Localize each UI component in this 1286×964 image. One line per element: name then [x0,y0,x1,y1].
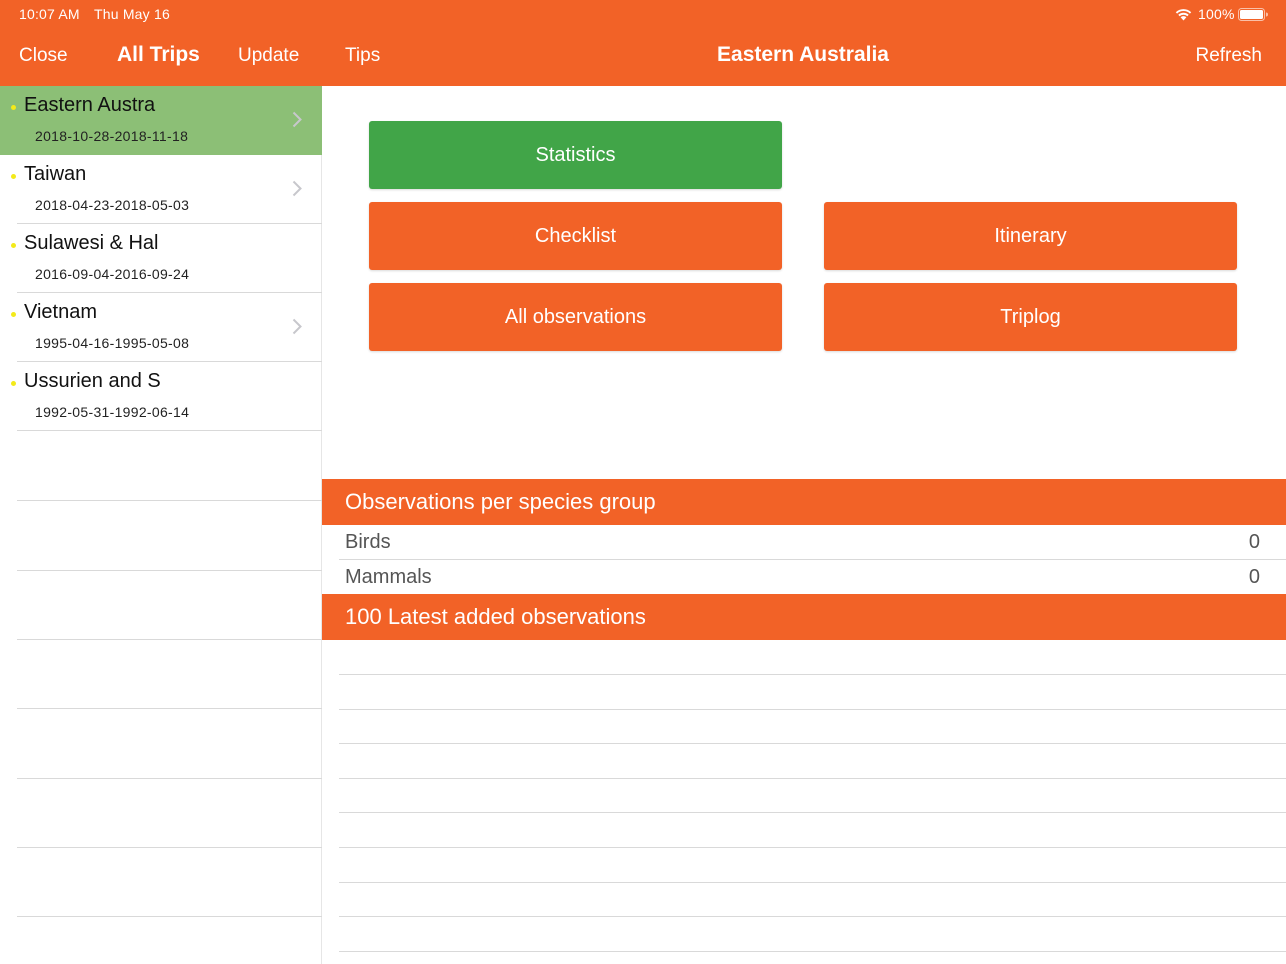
all-observations-button[interactable]: All observations [369,283,782,351]
trip-name: Eastern Austra [24,94,156,116]
latest-observations-header: 100 Latest added observations [322,594,1286,640]
trip-status-dot [11,174,16,179]
itinerary-button[interactable]: Itinerary [824,202,1237,270]
wifi-icon [1175,9,1192,21]
trip-dates: 1995-04-16-1995-05-08 [35,335,190,351]
trip-status-dot [11,105,16,110]
row-separator [339,709,1286,710]
row-separator [17,570,322,571]
page-title: Eastern Australia [717,43,889,66]
row-separator [339,916,1286,917]
row-separator [17,639,322,640]
trip-dates: 1992-05-31-1992-06-14 [35,404,190,420]
species-group-row[interactable]: Mammals 0 [322,560,1286,595]
row-separator [339,674,1286,675]
trip-status-dot [11,312,16,317]
trip-dates: 2018-10-28-2018-11-18 [35,128,189,144]
trips-sidebar: Eastern Austra 2018-10-28-2018-11-18 Tai… [0,86,322,964]
species-group-label: Birds [345,531,391,553]
checklist-button[interactable]: Checklist [369,202,782,270]
species-group-count: 0 [1248,531,1260,553]
trip-dates: 2018-04-23-2018-05-03 [35,197,190,213]
chevron-right-icon [292,318,302,335]
species-group-count: 0 [1248,566,1260,588]
row-separator [339,778,1286,779]
row-separator [339,882,1286,883]
row-separator [339,812,1286,813]
close-button[interactable]: Close [19,45,68,67]
species-group-header: Observations per species group [322,479,1286,525]
triplog-button[interactable]: Triplog [824,283,1237,351]
tips-button[interactable]: Tips [345,45,380,67]
battery-icon [1238,8,1268,21]
row-separator [339,951,1286,952]
trip-dates: 2016-09-04-2016-09-24 [35,266,190,282]
row-separator [17,500,322,501]
battery-percentage: 100% [1198,6,1235,22]
row-separator [17,847,322,848]
update-button[interactable]: Update [238,45,299,67]
chevron-right-icon [292,180,302,197]
species-group-label: Mammals [345,566,432,588]
trip-row[interactable]: Sulawesi & Hal 2016-09-04-2016-09-24 [0,224,322,293]
trip-status-dot [11,381,16,386]
trip-name: Sulawesi & Hal [24,232,159,254]
trip-row[interactable]: Eastern Austra 2018-10-28-2018-11-18 [0,86,322,155]
row-separator [339,847,1286,848]
trip-row[interactable]: Ussurien and S 1992-05-31-1992-06-14 [0,362,322,431]
all-trips-title: All Trips [117,43,200,66]
status-time: 10:07 AM [19,6,80,22]
row-separator [17,778,322,779]
trip-row[interactable]: Taiwan 2018-04-23-2018-05-03 [0,155,322,224]
trip-name: Ussurien and S [24,370,161,392]
trip-name: Taiwan [24,163,87,185]
refresh-button[interactable]: Refresh [1195,45,1262,67]
trip-row[interactable]: Vietnam 1995-04-16-1995-05-08 [0,293,322,362]
row-separator [17,916,322,917]
species-group-row[interactable]: Birds 0 [322,525,1286,560]
status-date: Thu May 16 [94,6,170,22]
row-separator [17,430,322,431]
trip-name: Vietnam [24,301,98,323]
chevron-right-icon [292,111,302,128]
row-separator [17,708,322,709]
row-separator [339,743,1286,744]
trip-status-dot [11,243,16,248]
statistics-button[interactable]: Statistics [369,121,782,189]
